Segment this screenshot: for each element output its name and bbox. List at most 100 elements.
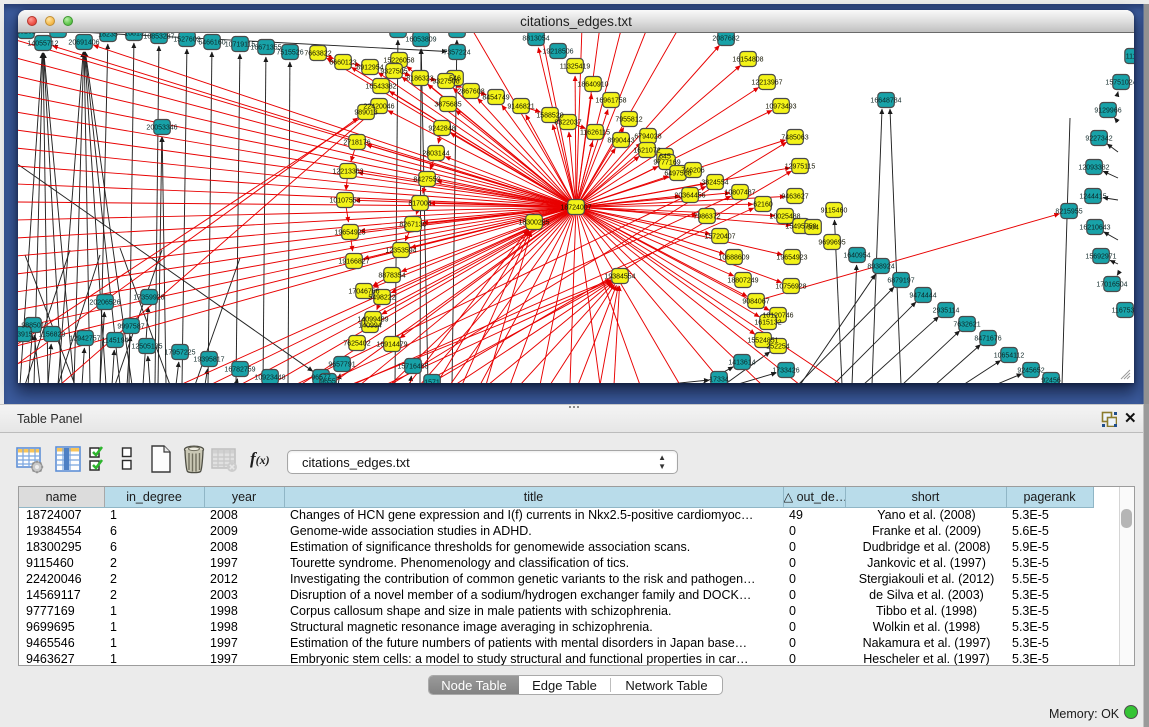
svg-text:16154808: 16154808 [732, 56, 763, 63]
svg-text:12505135: 12505135 [131, 343, 162, 350]
svg-text:18300295: 18300295 [518, 219, 549, 226]
svg-text:7485063: 7485063 [781, 134, 808, 141]
svg-text:16210643: 16210643 [1079, 224, 1110, 231]
svg-text:9129966: 9129966 [1094, 107, 1121, 114]
svg-text:1527602: 1527602 [173, 36, 200, 43]
svg-text:10107553: 10107553 [329, 197, 360, 204]
svg-text:1413614: 1413614 [728, 359, 755, 366]
svg-text:12213967: 12213967 [751, 79, 782, 86]
svg-text:7663822: 7663822 [304, 50, 331, 57]
svg-text:1588520: 1588520 [536, 112, 563, 119]
svg-text:16648784: 16648784 [870, 97, 901, 104]
svg-text:9245652: 9245652 [1017, 367, 1044, 374]
svg-text:20206526: 20206526 [89, 299, 120, 306]
svg-text:8267130: 8267130 [399, 221, 426, 228]
svg-text:9327508: 9327508 [432, 78, 459, 85]
svg-text:15720407: 15720407 [704, 233, 735, 240]
svg-text:2935114: 2935114 [933, 307, 960, 314]
svg-text:7955812: 7955812 [615, 116, 642, 123]
svg-text:12093382: 12093382 [1078, 164, 1109, 171]
svg-text:17359928: 17359928 [133, 294, 164, 301]
svg-text:8990443: 8990443 [607, 137, 634, 144]
svg-text:14055712: 14055712 [27, 40, 58, 47]
svg-text:17016504: 17016504 [1096, 281, 1127, 288]
svg-text:15751024: 15751024 [1105, 79, 1134, 86]
svg-text:18640910: 18640910 [577, 81, 608, 88]
svg-text:817004: 817004 [408, 200, 431, 207]
svg-text:43915: 43915 [18, 331, 33, 338]
svg-text:9227342: 9227342 [1085, 135, 1112, 142]
svg-text:9699695: 9699695 [818, 239, 845, 246]
svg-text:989013: 989013 [354, 109, 377, 116]
svg-text:1640954: 1640954 [843, 252, 870, 259]
svg-text:12353594: 12353594 [385, 247, 416, 254]
svg-text:20364456: 20364456 [674, 192, 705, 199]
svg-text:10654112: 10654112 [994, 352, 1025, 359]
svg-text:9474444: 9474444 [909, 292, 936, 299]
svg-text:1244415: 1244415 [1079, 193, 1106, 200]
svg-text:16782759: 16782759 [224, 366, 255, 373]
svg-text:9146821: 9146821 [507, 103, 534, 110]
svg-text:9084067: 9084067 [742, 298, 769, 305]
svg-text:12213363: 12213363 [332, 168, 363, 175]
svg-text:16815: 16815 [124, 33, 144, 37]
svg-text:11626115: 11626115 [580, 129, 610, 136]
svg-text:16914479: 16914479 [376, 341, 407, 348]
svg-text:252254: 252254 [766, 343, 789, 350]
svg-text:1615132: 1615132 [754, 319, 781, 326]
svg-text:2087682: 2087682 [712, 35, 739, 42]
svg-text:10688609: 10688609 [718, 254, 749, 261]
svg-text:8186323: 8186323 [406, 75, 433, 82]
svg-text:10807487: 10807487 [724, 189, 755, 196]
svg-text:9327505: 9327505 [380, 68, 407, 75]
svg-text:15716485: 15716485 [397, 363, 428, 370]
svg-text:6466160: 6466160 [198, 39, 225, 46]
svg-text:988501: 988501 [21, 322, 44, 329]
svg-text:8813054: 8813054 [522, 35, 549, 42]
svg-text:19218506: 19218506 [542, 48, 573, 55]
svg-text:19654925: 19654925 [334, 229, 365, 236]
svg-text:1167533: 1167533 [1112, 307, 1134, 314]
svg-text:9655: 9655 [320, 378, 336, 383]
svg-text:1733426: 1733426 [772, 367, 799, 374]
svg-text:16961758: 16961758 [595, 97, 626, 104]
svg-text:9777169: 9777169 [653, 159, 680, 166]
svg-text:10120746: 10120746 [762, 312, 793, 319]
svg-text:9242848: 9242848 [428, 125, 455, 132]
svg-text:20053346: 20053346 [146, 124, 177, 131]
svg-text:18724007: 18724007 [560, 204, 591, 211]
svg-text:10923448: 10923448 [254, 374, 285, 381]
svg-text:9463627: 9463627 [781, 193, 808, 200]
svg-text:1112: 1112 [1126, 53, 1134, 60]
svg-text:9657791: 9657791 [328, 361, 355, 368]
svg-text:2803144: 2803144 [422, 150, 449, 157]
svg-text:8427552: 8427552 [413, 176, 440, 183]
svg-text:6794028: 6794028 [634, 133, 661, 140]
svg-text:14099489: 14099489 [357, 316, 388, 323]
svg-text:7986372: 7986372 [693, 213, 720, 220]
svg-text:8938924: 8938924 [867, 263, 894, 270]
svg-text:12975115: 12975115 [785, 163, 816, 170]
svg-text:15692971: 15692971 [1085, 253, 1116, 260]
svg-text:18235: 18235 [98, 33, 118, 38]
svg-text:7515526: 7515526 [276, 49, 303, 56]
svg-text:19384554: 19384554 [604, 273, 635, 280]
svg-text:2867608: 2867608 [457, 88, 484, 95]
svg-text:10756928: 10756928 [775, 283, 806, 290]
svg-text:12942757: 12942757 [69, 335, 100, 342]
svg-text:8471676: 8471676 [974, 335, 1001, 342]
svg-text:746206: 746206 [681, 167, 704, 174]
svg-text:20143: 20143 [447, 33, 467, 34]
svg-text:16053809: 16053809 [405, 36, 436, 43]
svg-text:8322037: 8322037 [554, 119, 581, 126]
svg-text:19654923: 19654923 [776, 254, 807, 261]
svg-text:140994: 140994 [358, 322, 381, 329]
svg-text:9997587: 9997587 [117, 323, 144, 330]
svg-text:10025488: 10025488 [769, 213, 800, 220]
svg-text:7632621: 7632621 [953, 321, 980, 328]
svg-text:3824554: 3824554 [701, 179, 728, 186]
svg-text:20691406: 20691406 [68, 39, 99, 46]
svg-text:20894: 20894 [48, 33, 68, 34]
svg-text:92456: 92456 [1041, 377, 1061, 383]
svg-text:7357224: 7357224 [443, 49, 470, 56]
